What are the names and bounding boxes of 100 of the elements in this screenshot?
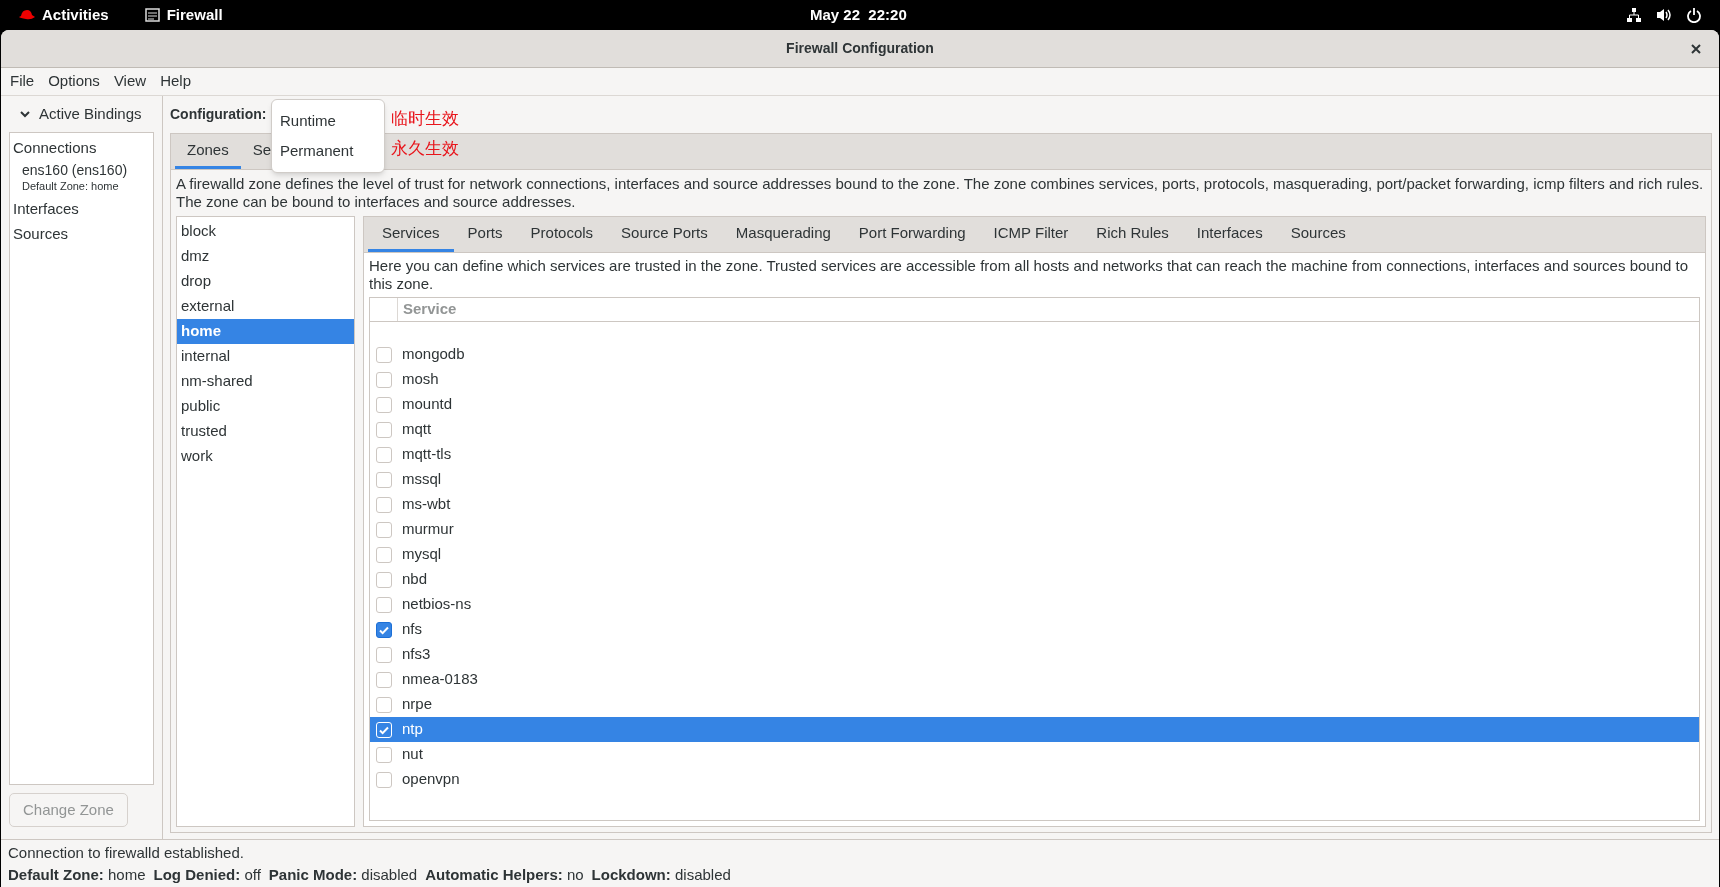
network-icon[interactable] [1626, 7, 1642, 23]
service-row[interactable]: nbd [370, 567, 1699, 592]
service-row[interactable]: nrpe [370, 692, 1699, 717]
hat-logo-icon [18, 9, 36, 21]
window-title: Firewall Configuration [786, 39, 934, 58]
tab[interactable]: Port Forwarding [844, 218, 980, 252]
app-window-icon [144, 8, 160, 22]
service-row[interactable]: netbios-ns [370, 592, 1699, 617]
service-name: netbios-ns [402, 594, 472, 615]
power-icon[interactable] [1686, 7, 1702, 23]
service-name: murmur [402, 519, 454, 540]
configuration-option[interactable]: Runtime [272, 106, 384, 136]
tab[interactable]: Protocols [516, 218, 608, 252]
zone-item[interactable]: external [177, 294, 354, 319]
service-row[interactable]: openvpn [370, 767, 1699, 792]
service-row[interactable]: nmea-0183 [370, 667, 1699, 692]
service-name: mqtt-tls [402, 444, 452, 465]
tab[interactable]: Zones [175, 135, 241, 169]
checkbox[interactable] [376, 346, 392, 363]
close-icon[interactable] [1690, 42, 1702, 55]
service-name: mountd [402, 394, 453, 415]
checkbox[interactable] [376, 446, 392, 463]
service-row[interactable]: mqtt-tls [370, 442, 1699, 467]
service-row[interactable]: mountd [370, 392, 1699, 417]
binding-heading[interactable]: Sources [10, 222, 153, 247]
service-name: nfs [402, 619, 422, 640]
zone-item[interactable]: internal [177, 344, 354, 369]
activities-button[interactable]: Activities [42, 3, 109, 27]
zone-item[interactable]: work [177, 444, 354, 469]
zone-item[interactable]: nm-shared [177, 369, 354, 394]
checkbox[interactable] [376, 471, 392, 488]
status-field: Automatic Helpers: no [425, 863, 584, 886]
checkbox[interactable] [376, 621, 392, 638]
zone-item[interactable]: dmz [177, 244, 354, 269]
service-name: ntp [402, 719, 423, 740]
checkbox[interactable] [376, 696, 392, 713]
service-name: openvpn [402, 769, 460, 790]
zone-description: A firewalld zone defines the level of trust for network connections, interfaces and source addresses bound to the zone. The zone combines services, ports, protocols, masquerading, port/packet forwarding, icmp filters and rich rules. The zone can be bound to interfaces and source addresses. [176, 174, 1705, 212]
status-field: Log Denied: off [153, 863, 261, 886]
service-row[interactable]: ntp [370, 717, 1699, 742]
service-row[interactable]: mysql [370, 542, 1699, 567]
checkbox[interactable] [376, 496, 392, 513]
checkbox[interactable] [376, 521, 392, 538]
service-name: nfs3 [402, 644, 431, 665]
service-row[interactable]: nut [370, 742, 1699, 767]
checkbox[interactable] [376, 421, 392, 438]
status-field: Lockdown: disabled [591, 863, 731, 886]
configuration-label: Configuration: [170, 105, 267, 124]
binding-heading[interactable]: Connections [10, 136, 153, 161]
checkbox[interactable] [376, 596, 392, 613]
menu-item[interactable]: View [106, 70, 154, 93]
checkbox[interactable] [376, 546, 392, 563]
tab[interactable]: Source Ports [607, 218, 722, 252]
service-row[interactable]: nfs3 [370, 642, 1699, 667]
service-row[interactable]: mqtt [370, 417, 1699, 442]
service-name: mssql [402, 469, 442, 490]
zone-item[interactable]: drop [177, 269, 354, 294]
service-row[interactable]: ms-wbt [370, 492, 1699, 517]
app-menu[interactable]: Firewall [166, 3, 223, 27]
zone-item[interactable]: block [177, 219, 354, 244]
zone-item[interactable]: public [177, 394, 354, 419]
checkbox[interactable] [376, 771, 392, 788]
service-row[interactable]: murmur [370, 517, 1699, 542]
checkbox[interactable] [376, 396, 392, 413]
tab[interactable]: Rich Rules [1082, 218, 1183, 252]
clock[interactable]: May 22 22:20 [810, 3, 907, 27]
menu-item[interactable]: Help [153, 70, 198, 93]
volume-icon[interactable] [1656, 7, 1672, 23]
configuration-option[interactable]: Permanent [272, 136, 384, 166]
service-row[interactable]: mssql [370, 467, 1699, 492]
binding-heading[interactable]: Interfaces [10, 197, 153, 222]
checkbox[interactable] [376, 646, 392, 663]
service-name: mqtt [402, 419, 432, 440]
menu-item[interactable]: Options [41, 70, 107, 93]
service-name: nrpe [402, 694, 433, 715]
service-row[interactable]: nfs [370, 617, 1699, 642]
zone-item[interactable]: home [177, 319, 354, 344]
checkbox[interactable] [376, 746, 392, 763]
tab[interactable]: Interfaces [1182, 218, 1277, 252]
service-row[interactable]: mosh [370, 367, 1699, 392]
service-name: nbd [402, 569, 428, 590]
tab[interactable]: Sources [1276, 218, 1360, 252]
checkbox[interactable] [376, 671, 392, 688]
service-name: ms-wbt [402, 494, 451, 515]
checkbox[interactable] [376, 571, 392, 588]
tab[interactable]: Masquerading [721, 218, 845, 252]
service-row[interactable]: mongodb [370, 342, 1699, 367]
checkbox[interactable] [376, 371, 392, 388]
service-name: mongodb [402, 344, 465, 365]
menu-item[interactable]: File [3, 70, 42, 93]
status-field: Panic Mode: disabled [268, 863, 418, 886]
tab[interactable]: Ports [453, 218, 517, 252]
zone-item[interactable]: trusted [177, 419, 354, 444]
chevron-icon[interactable] [19, 108, 31, 120]
service-name: mosh [402, 369, 439, 390]
tab[interactable]: ICMP Filter [979, 218, 1083, 252]
services-description: Here you can define which services are trusted in the zone. Trusted services are accessible from all hosts and networks that can reach the machine from connections, interfaces and sources bound to this zone. [369, 256, 1690, 294]
connection-item[interactable]: ens160 (ens160) [22, 161, 153, 179]
section-toggle[interactable]: Active Bindings [39, 102, 142, 126]
annotation: 永久生效 [391, 137, 459, 161]
